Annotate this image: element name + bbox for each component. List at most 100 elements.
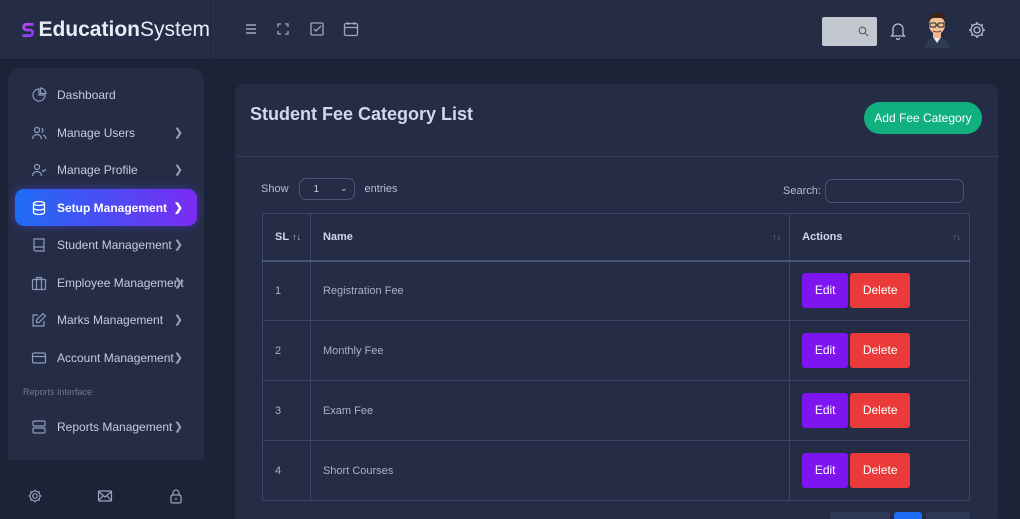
sidebar: Dashboard Manage Users ❯ Manage Profile … bbox=[8, 68, 204, 460]
chevron-down-icon: ⌄ bbox=[339, 183, 348, 193]
fee-category-table: SL ↑↓ Name ↑↓ Actions ↑↓ 1 Registration Fee… bbox=[262, 213, 970, 501]
sidebar-item-account-management[interactable]: Account Management ❯ bbox=[15, 339, 197, 376]
chevron-right-icon: ❯ bbox=[173, 164, 183, 176]
table-search: Search: bbox=[783, 179, 964, 203]
brand-name: EducationSystem bbox=[38, 18, 210, 41]
delete-button[interactable]: Delete bbox=[850, 453, 911, 488]
cell-name: Exam Fee bbox=[309, 380, 791, 441]
cell-actions: Edit Delete bbox=[789, 380, 970, 441]
table-row: 2 Monthly Fee Edit Delete bbox=[262, 320, 970, 381]
fullscreen-icon[interactable] bbox=[274, 20, 292, 38]
table-row: 3 Exam Fee Edit Delete bbox=[262, 380, 970, 441]
entries-control: Show 1 ⌄ entries bbox=[261, 178, 398, 200]
sidebar-item-label: Student Management bbox=[57, 237, 172, 252]
sidebar-section-header: Reports Interface bbox=[23, 387, 93, 397]
book-icon bbox=[33, 237, 45, 252]
calendar-icon[interactable] bbox=[342, 20, 360, 38]
top-header: EducationSystem bbox=[0, 0, 1020, 60]
sidebar-item-label: Manage Users bbox=[57, 125, 136, 140]
pagination bbox=[830, 512, 970, 519]
sidebar-item-label: Dashboard bbox=[57, 87, 116, 102]
sidebar-item-label: Employee Management bbox=[57, 275, 184, 290]
column-header-name[interactable]: Name ↑↓ bbox=[309, 213, 791, 262]
chevron-right-icon: ❯ bbox=[173, 127, 183, 139]
show-label: Show bbox=[261, 183, 289, 195]
sort-icon: ↑↓ bbox=[772, 232, 782, 242]
pie-chart-icon bbox=[32, 86, 47, 102]
bell-icon[interactable] bbox=[889, 20, 907, 40]
header-search-box[interactable] bbox=[822, 17, 877, 46]
card-divider bbox=[235, 156, 998, 157]
chevron-right-icon: ❯ bbox=[173, 421, 183, 433]
brand-logo-icon bbox=[22, 22, 35, 38]
database-icon bbox=[32, 200, 46, 215]
checkbox-icon[interactable] bbox=[308, 20, 326, 38]
sidebar-item-label: Reports Management bbox=[57, 419, 173, 434]
delete-button[interactable]: Delete bbox=[850, 273, 911, 309]
sidebar-item-dashboard[interactable]: Dashboard bbox=[15, 76, 197, 113]
credit-card-icon bbox=[31, 351, 47, 364]
cell-sl: 4 bbox=[262, 440, 311, 501]
edit-button[interactable]: Edit bbox=[802, 393, 849, 428]
table-header-row: SL ↑↓ Name ↑↓ Actions ↑↓ bbox=[262, 213, 970, 262]
sidebar-item-label: Manage Profile bbox=[57, 162, 138, 177]
sort-asc-icon: ↑↓ bbox=[292, 231, 302, 242]
menu-icon[interactable] bbox=[244, 20, 258, 38]
server-icon bbox=[32, 419, 46, 434]
sort-icon: ↑↓ bbox=[952, 232, 961, 242]
add-fee-category-button[interactable]: Add Fee Category bbox=[864, 102, 982, 134]
pagination-previous[interactable] bbox=[830, 512, 890, 519]
table-row: 1 Registration Fee Edit Delete bbox=[262, 260, 970, 321]
chevron-right-icon: ❯ bbox=[173, 277, 183, 289]
column-header-actions[interactable]: Actions ↑↓ bbox=[789, 213, 970, 262]
user-check-icon bbox=[31, 163, 47, 176]
chevron-right-icon: ❯ bbox=[173, 202, 183, 214]
sidebar-item-student-management[interactable]: Student Management ❯ bbox=[15, 226, 197, 263]
cell-sl: 3 bbox=[262, 380, 311, 441]
content-card: Student Fee Category List Add Fee Catego… bbox=[235, 84, 998, 519]
lock-icon[interactable] bbox=[168, 488, 184, 504]
settings-icon[interactable] bbox=[27, 488, 43, 504]
sidebar-item-manage-profile[interactable]: Manage Profile ❯ bbox=[15, 151, 197, 188]
cell-name: Monthly Fee bbox=[309, 320, 791, 381]
column-header-sl[interactable]: SL ↑↓ bbox=[262, 213, 311, 262]
entries-value: 1 bbox=[313, 183, 320, 195]
gear-icon[interactable] bbox=[967, 20, 987, 40]
chevron-right-icon: ❯ bbox=[173, 314, 183, 326]
mail-icon[interactable] bbox=[97, 488, 113, 504]
sidebar-item-marks-management[interactable]: Marks Management ❯ bbox=[15, 301, 197, 338]
delete-button[interactable]: Delete bbox=[850, 393, 911, 428]
cell-name: Short Courses bbox=[309, 440, 791, 501]
cell-sl: 2 bbox=[262, 320, 311, 381]
sidebar-item-setup-management[interactable]: Setup Management ❯ bbox=[15, 189, 197, 226]
entries-select[interactable]: 1 ⌄ bbox=[298, 178, 355, 200]
sidebar-item-label: Setup Management bbox=[57, 200, 168, 215]
edit-icon bbox=[32, 312, 47, 327]
edit-button[interactable]: Edit bbox=[802, 453, 849, 488]
briefcase-icon bbox=[31, 276, 47, 290]
entries-label: entries bbox=[364, 183, 398, 195]
edit-button[interactable]: Edit bbox=[802, 333, 849, 368]
cell-actions: Edit Delete bbox=[789, 260, 970, 321]
search-input[interactable] bbox=[824, 179, 964, 203]
sidebar-item-employee-management[interactable]: Employee Management ❯ bbox=[15, 264, 197, 301]
search-icon bbox=[858, 26, 869, 37]
avatar[interactable] bbox=[922, 10, 952, 48]
sidebar-item-label: Marks Management bbox=[57, 312, 164, 327]
sidebar-item-manage-users[interactable]: Manage Users ❯ bbox=[15, 114, 197, 151]
chevron-right-icon: ❯ bbox=[173, 352, 183, 364]
cell-actions: Edit Delete bbox=[789, 440, 970, 501]
pagination-page-current[interactable] bbox=[894, 512, 922, 519]
table-row: 4 Short Courses Edit Delete bbox=[262, 440, 970, 501]
cell-sl: 1 bbox=[262, 260, 311, 321]
pagination-next[interactable] bbox=[926, 512, 970, 519]
cell-name: Registration Fee bbox=[309, 260, 791, 321]
page-title: Student Fee Category List bbox=[250, 104, 474, 124]
search-label: Search: bbox=[783, 185, 821, 197]
sidebar-item-reports-management[interactable]: Reports Management ❯ bbox=[15, 408, 197, 445]
brand[interactable]: EducationSystem bbox=[0, 0, 211, 60]
sidebar-footer bbox=[0, 472, 211, 519]
edit-button[interactable]: Edit bbox=[802, 273, 849, 309]
sidebar-item-label: Account Management bbox=[57, 350, 174, 365]
delete-button[interactable]: Delete bbox=[850, 333, 911, 368]
